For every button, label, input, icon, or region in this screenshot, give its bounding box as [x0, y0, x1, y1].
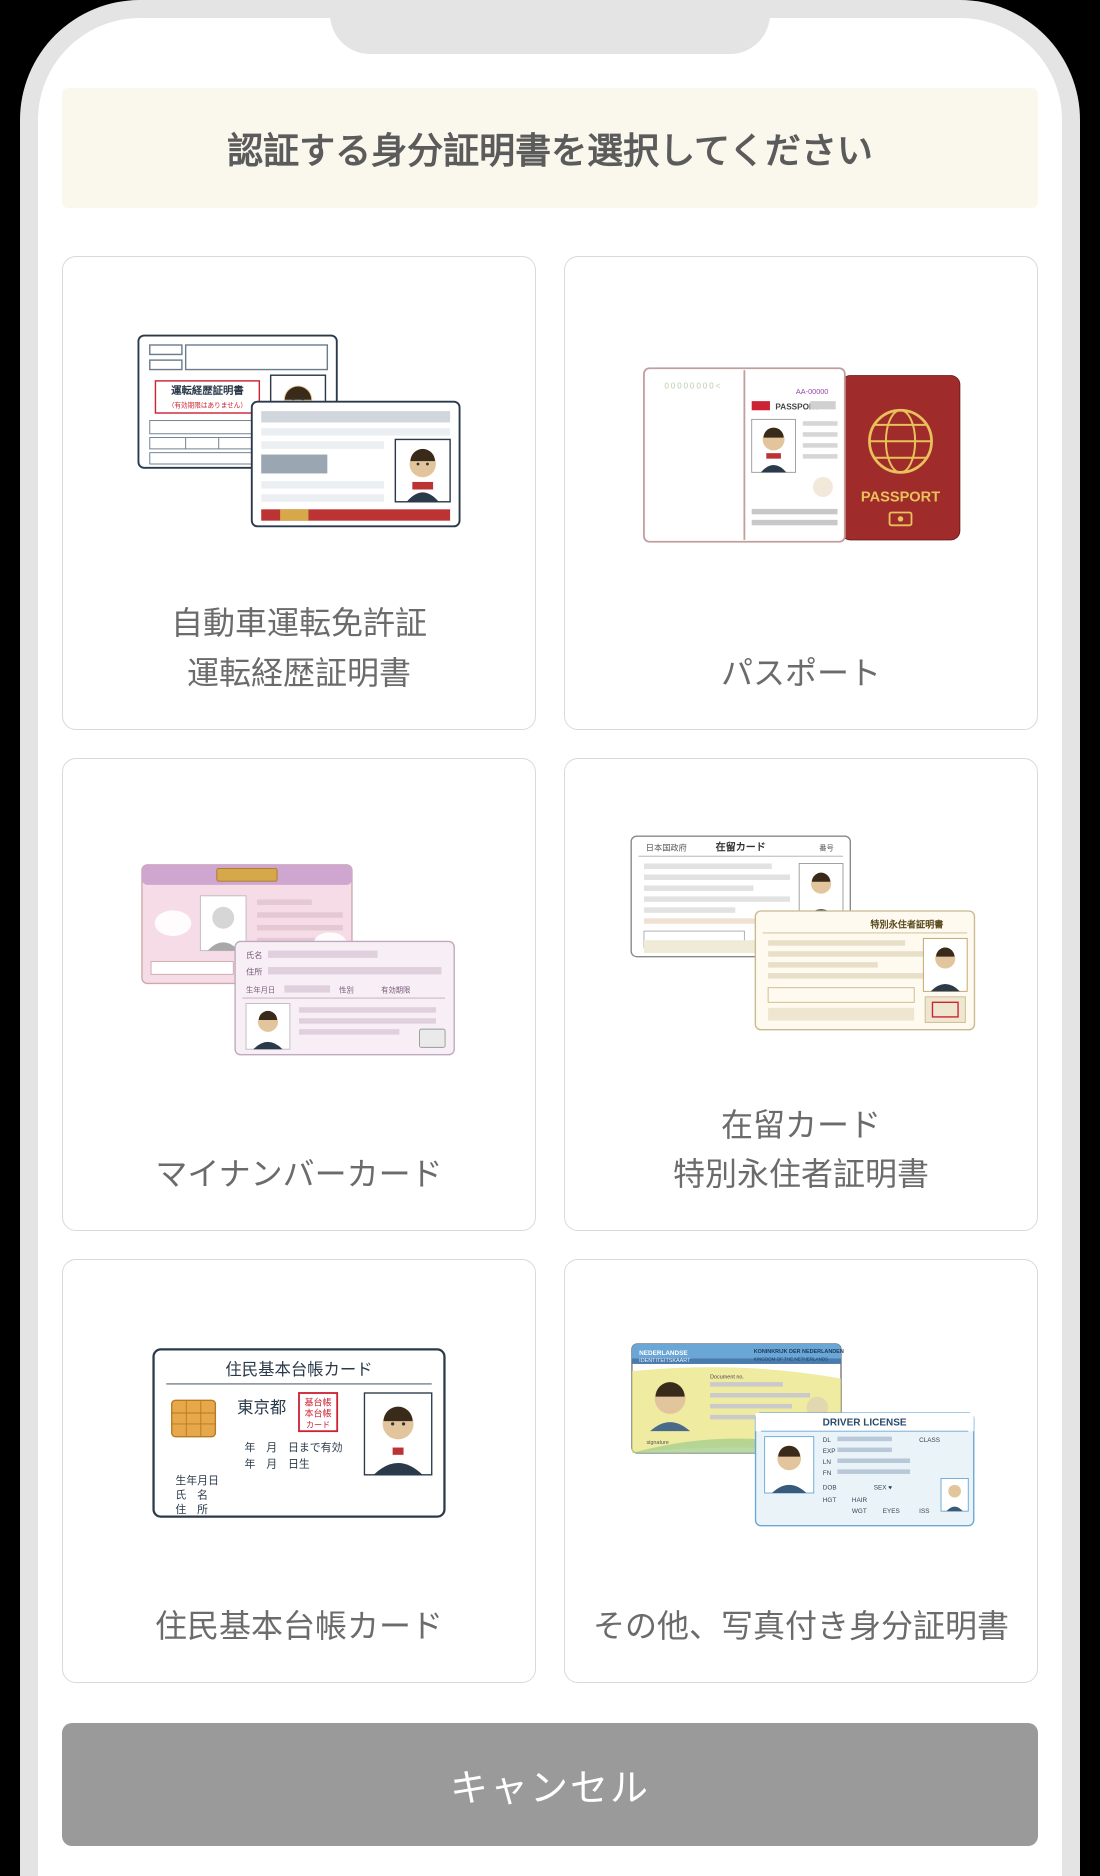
svg-text:signature: signature	[646, 1440, 668, 1446]
svg-text:氏名: 氏名	[246, 949, 262, 959]
option-label: マイナンバーカード	[155, 1150, 442, 1200]
option-label: 住民基本台帳カード	[155, 1602, 443, 1652]
option-label: その他、写真付き身分証明書	[593, 1602, 1009, 1652]
option-label: 自動車運転免許証 運転経歴証明書	[171, 599, 427, 698]
option-mynumber[interactable]: 氏名 住所 生年月日 性別 有効期限	[62, 758, 536, 1232]
svg-text:氏 名: 氏 名	[175, 1488, 208, 1502]
svg-text:EXP: EXP	[823, 1448, 836, 1455]
svg-text:住所: 住所	[246, 966, 262, 976]
svg-text:基台帳: 基台帳	[304, 1397, 331, 1408]
svg-text:DOB: DOB	[823, 1485, 837, 1492]
svg-text:Document no.: Document no.	[710, 1375, 744, 1381]
svg-text:FN: FN	[823, 1470, 832, 1477]
svg-text:HGT: HGT	[823, 1497, 837, 1504]
svg-text:NEDERLANDSE: NEDERLANDSE	[639, 1350, 687, 1357]
passport-icon: PASSPORT 00000000< AA-00000	[583, 279, 1019, 631]
instruction-banner: 認証する身分証明書を選択してください	[62, 88, 1038, 208]
svg-text:EYES: EYES	[883, 1508, 900, 1515]
svg-text:KINGDOM OF THE NETHERLANDS: KINGDOM OF THE NETHERLANDS	[754, 1357, 828, 1362]
svg-text:運転経歴証明書: 運転経歴証明書	[171, 384, 244, 397]
svg-text:年 月 日生: 年 月 日生	[244, 1457, 309, 1471]
svg-text:DL: DL	[823, 1437, 832, 1444]
option-label: 在留カード 特別永住者証明書	[673, 1101, 929, 1200]
svg-text:WGT: WGT	[852, 1508, 867, 1515]
phone-notch	[330, 0, 770, 54]
svg-text:IDENTITEITSKAART: IDENTITEITSKAART	[639, 1358, 691, 1364]
phone-mockup: 認証する身分証明書を選択してください 運転経歴証	[20, 0, 1080, 1876]
svg-text:カード: カード	[306, 1421, 331, 1430]
svg-text:生年月日: 生年月日	[246, 985, 275, 994]
option-label: パスポート	[721, 649, 881, 699]
svg-text:在留カード: 在留カード	[716, 840, 766, 853]
residence-card-icon: 日本国政府 在留カード 番号	[583, 781, 1019, 1083]
option-drivers-license[interactable]: 運転経歴証明書 （有効期限はありません）	[62, 256, 536, 730]
option-residence-card[interactable]: 日本国政府 在留カード 番号	[564, 758, 1038, 1232]
screen: 認証する身分証明書を選択してください 運転経歴証	[38, 18, 1062, 1876]
svg-text:CLASS: CLASS	[919, 1437, 940, 1444]
svg-text:生年月日: 生年月日	[175, 1473, 219, 1487]
svg-text:本台帳: 本台帳	[304, 1408, 331, 1419]
svg-text:住 所: 住 所	[175, 1502, 208, 1516]
svg-text:00000000<: 00000000<	[664, 381, 722, 390]
juki-card-icon: 住民基本台帳カード 東京都 基台帳	[81, 1282, 517, 1584]
svg-text:LN: LN	[823, 1459, 832, 1466]
svg-text:ISS: ISS	[919, 1508, 929, 1515]
svg-text:特別永住者証明書: 特別永住者証明書	[870, 918, 943, 929]
svg-text:AA-00000: AA-00000	[796, 387, 828, 396]
svg-text:SEX ♥: SEX ♥	[874, 1485, 892, 1492]
svg-text:KONINKRIJK DER NEDERLANDEN: KONINKRIJK DER NEDERLANDEN	[754, 1349, 844, 1355]
svg-text:HAIR: HAIR	[852, 1497, 868, 1504]
svg-text:番号: 番号	[819, 843, 834, 852]
option-other-id[interactable]: NEDERLANDSE IDENTITEITSKAART KONINKRIJK …	[564, 1259, 1038, 1683]
svg-text:性別: 性別	[339, 985, 354, 994]
svg-text:住民基本台帳カード: 住民基本台帳カード	[225, 1361, 372, 1379]
svg-text:年 月 日まで有効: 年 月 日まで有効	[244, 1440, 342, 1454]
option-juki-card[interactable]: 住民基本台帳カード 東京都 基台帳	[62, 1259, 536, 1683]
drivers-license-icon: 運転経歴証明書 （有効期限はありません）	[81, 279, 517, 581]
svg-text:東京都: 東京都	[237, 1399, 286, 1417]
option-passport[interactable]: PASSPORT 00000000< AA-00000	[564, 256, 1038, 730]
svg-text:有効期限: 有効期限	[381, 985, 411, 994]
svg-text:PASSPORT: PASSPORT	[861, 490, 940, 506]
id-option-grid: 運転経歴証明書 （有効期限はありません）	[62, 256, 1038, 1683]
cancel-button[interactable]: キャンセル	[62, 1723, 1038, 1846]
mynumber-icon: 氏名 住所 生年月日 性別 有効期限	[81, 781, 517, 1133]
other-id-icon: NEDERLANDSE IDENTITEITSKAART KONINKRIJK …	[583, 1282, 1019, 1584]
svg-text:日本国政府: 日本国政府	[646, 842, 687, 852]
svg-text:DRIVER LICENSE: DRIVER LICENSE	[823, 1418, 907, 1429]
instruction-text: 認証する身分証明書を選択してください	[227, 130, 873, 171]
cancel-label: キャンセル	[450, 1768, 650, 1810]
svg-text:（有効期限はありません）: （有効期限はありません）	[168, 401, 247, 410]
